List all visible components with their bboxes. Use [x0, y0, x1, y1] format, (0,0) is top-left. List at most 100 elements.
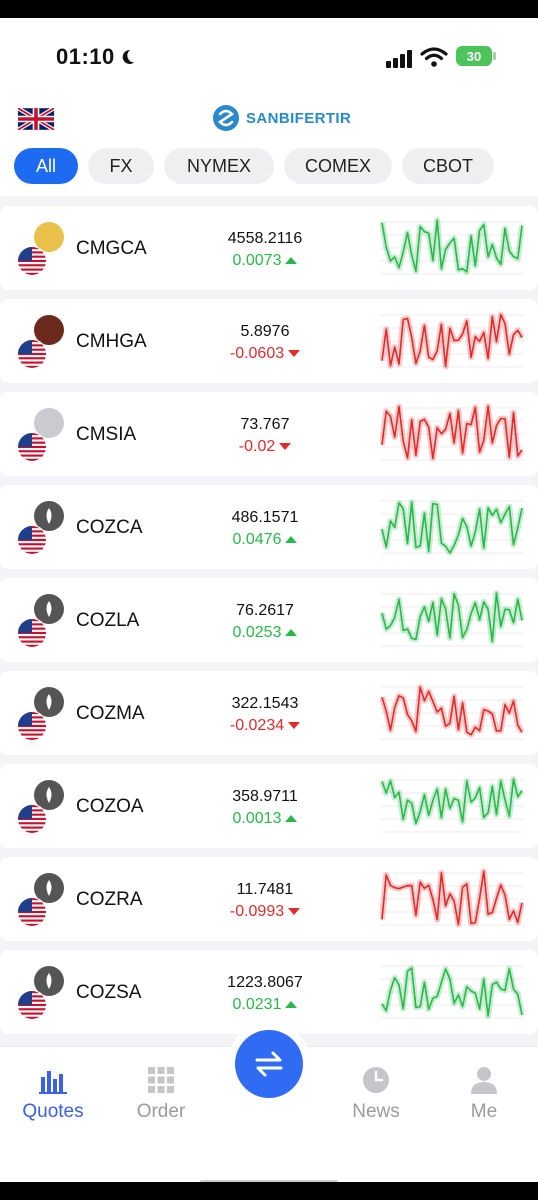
- quote-change-value: -0.0234: [229, 717, 285, 734]
- triangle-down-icon: [288, 350, 301, 358]
- quote-change: 0.0253: [200, 624, 330, 642]
- quote-change-value: -0.02: [238, 438, 276, 455]
- sparkline-chart: [380, 964, 524, 1019]
- quote-price: 76.2617: [236, 602, 294, 619]
- tab-order[interactable]: Order: [116, 1065, 206, 1123]
- brand-logo-icon: [213, 105, 239, 131]
- quote-price: 73.767: [240, 416, 290, 433]
- bottom-bezel: [0, 1182, 538, 1200]
- tab-news[interactable]: News: [331, 1065, 421, 1123]
- app-header: SANBIFERTIR: [0, 98, 538, 144]
- quote-row[interactable]: COZSA 1223.8067 0.0231: [0, 950, 538, 1034]
- us-flag-icon: [17, 711, 47, 741]
- tab-quotes-label: Quotes: [22, 1101, 84, 1122]
- quote-price: 11.7481: [236, 881, 294, 898]
- quote-row[interactable]: CMSIA 73.767 -0.02: [0, 392, 538, 476]
- quote-price: 5.8976: [240, 323, 290, 340]
- quote-symbol: COZMA: [76, 703, 145, 724]
- us-flag-icon: [17, 897, 47, 927]
- quote-change: 0.0073: [200, 252, 330, 270]
- tab-nymex[interactable]: NYMEX: [164, 148, 274, 184]
- quote-symbol: CMGCA: [76, 238, 147, 259]
- us-flag-icon: [17, 990, 47, 1020]
- quote-change-value: 0.0476: [232, 531, 282, 548]
- sparkline-chart: [380, 684, 524, 740]
- quote-symbol: COZLA: [76, 610, 140, 631]
- sparkline-chart: [380, 590, 524, 647]
- tab-fx[interactable]: FX: [88, 148, 154, 184]
- quote-change-value: 0.0231: [232, 996, 282, 1013]
- triangle-up-icon: [285, 629, 298, 637]
- triangle-down-icon: [279, 443, 292, 451]
- triangle-up-icon: [285, 536, 298, 544]
- battery-nub: [493, 52, 496, 60]
- triangle-down-icon: [288, 722, 301, 730]
- us-flag-icon: [17, 246, 47, 276]
- wifi-icon: [420, 47, 448, 67]
- sparkline-chart: [380, 499, 524, 556]
- quote-price: 358.9711: [232, 788, 298, 805]
- tab-comex[interactable]: COMEX: [284, 148, 392, 184]
- quote-row[interactable]: COZMA 322.1543 -0.0234: [0, 671, 538, 755]
- sparkline-chart: [380, 775, 524, 833]
- trade-button[interactable]: [235, 1030, 303, 1098]
- quote-row[interactable]: COZRA 11.7481 -0.0993: [0, 857, 538, 941]
- quote-change-value: -0.0603: [229, 345, 285, 362]
- quote-symbol: CMSIA: [76, 424, 137, 445]
- uk-flag-icon[interactable]: [18, 108, 54, 130]
- sparkline-chart: [380, 868, 524, 928]
- quote-row[interactable]: COZOA 358.9711 0.0013: [0, 764, 538, 848]
- quote-row[interactable]: COZCA 486.1571 0.0476: [0, 485, 538, 569]
- us-flag-icon: [17, 432, 47, 462]
- tab-me[interactable]: Me: [439, 1065, 529, 1123]
- quote-price: 1223.8067: [227, 974, 303, 991]
- sparkline-chart: [380, 403, 524, 462]
- quote-change-value: 0.0073: [232, 252, 282, 269]
- grid-icon: [148, 1067, 174, 1093]
- battery-level: 30: [466, 48, 482, 64]
- quote-symbol: COZRA: [76, 889, 143, 910]
- triangle-up-icon: [285, 257, 298, 265]
- market-tabs: All FX NYMEX COMEX CBOT: [0, 144, 538, 196]
- tab-news-label: News: [352, 1101, 400, 1122]
- tab-order-label: Order: [136, 1101, 186, 1122]
- battery-icon: 30: [456, 46, 492, 66]
- quote-change-value: 0.0253: [232, 624, 282, 641]
- quote-row[interactable]: CMGCA 4558.2116 0.0073: [0, 206, 538, 290]
- us-flag-icon: [17, 339, 47, 369]
- quote-change-value: 0.0013: [232, 810, 282, 827]
- triangle-down-icon: [288, 908, 301, 916]
- quote-change: -0.0993: [200, 903, 330, 921]
- user-icon: [471, 1067, 497, 1094]
- tab-cbot[interactable]: CBOT: [402, 148, 494, 184]
- us-flag-icon: [17, 618, 47, 648]
- triangle-up-icon: [285, 815, 298, 823]
- quote-change-value: -0.0993: [229, 903, 285, 920]
- quote-change: -0.0234: [200, 717, 330, 735]
- us-flag-icon: [17, 525, 47, 555]
- quote-change: -0.0603: [200, 345, 330, 363]
- quote-symbol: COZOA: [76, 796, 144, 817]
- quote-price: 322.1543: [231, 695, 299, 712]
- quote-change: 0.0476: [200, 531, 330, 549]
- status-time: 01:10: [56, 44, 115, 69]
- swap-arrows-icon: [255, 1051, 283, 1077]
- status-bar: 01:10 30: [0, 18, 538, 98]
- cellular-signal-icon: [386, 50, 412, 68]
- quote-change: 0.0013: [200, 810, 330, 828]
- quote-symbol: COZSA: [76, 982, 142, 1003]
- moon-icon: [122, 49, 134, 64]
- quote-price: 4558.2116: [227, 230, 303, 247]
- bar-chart-icon: [39, 1071, 67, 1094]
- tab-me-label: Me: [470, 1101, 498, 1122]
- quote-row[interactable]: COZLA 76.2617 0.0253: [0, 578, 538, 662]
- top-bezel: [0, 0, 538, 18]
- quote-row[interactable]: CMHGA 5.8976 -0.0603: [0, 299, 538, 383]
- triangle-up-icon: [285, 1001, 298, 1009]
- us-flag-icon: [17, 804, 47, 834]
- quote-price: 486.1571: [231, 509, 299, 526]
- tab-quotes[interactable]: Quotes: [8, 1065, 98, 1123]
- tab-all[interactable]: All: [14, 148, 78, 184]
- brand-logo: SANBIFERTIR: [212, 104, 351, 132]
- quote-symbol: COZCA: [76, 517, 143, 538]
